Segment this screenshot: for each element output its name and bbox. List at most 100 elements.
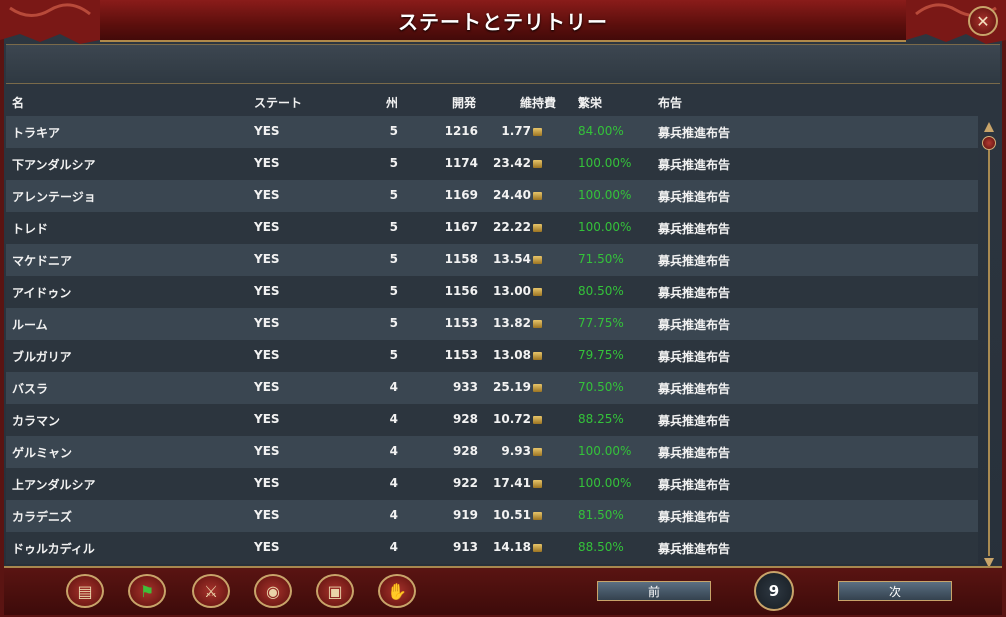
coin-icon [533, 543, 542, 552]
edict-name[interactable]: 募兵推進布告 [658, 316, 730, 333]
development-value: 928 [426, 444, 478, 458]
development-value: 1158 [426, 252, 478, 266]
table-row[interactable]: ルーム YES 5 1153 13.82 77.75% 募兵推進布告 [6, 308, 978, 340]
prosperity-value-text: 79.75% [578, 348, 624, 362]
prosperity-value-text: 80.50% [578, 284, 624, 298]
edict-name-text: 募兵推進布告 [658, 126, 731, 140]
table-row[interactable]: アイドゥン YES 5 1156 13.00 80.50% 募兵推進布告 [6, 276, 978, 308]
table-row[interactable]: アレンテージョ YES 5 1169 24.40 100.00% 募兵推進布告 [6, 180, 978, 212]
province-count-text: 4 [389, 476, 398, 490]
next-page-button[interactable]: 次 [838, 581, 952, 601]
table-row[interactable]: 下アンダルシア YES 5 1174 23.42 100.00% 募兵推進布告 [6, 148, 978, 180]
edict-name[interactable]: 募兵推進布告 [658, 156, 730, 173]
edict-name[interactable]: 募兵推進布告 [658, 124, 730, 141]
states-table: トラキア YES 5 1216 1.77 84.00% 募兵推進布告 下アンダルシア YES 5 1… [6, 116, 978, 564]
flag-button[interactable]: ⚑ [128, 574, 166, 608]
development-value-text: 1216 [444, 124, 478, 138]
state-name-text: バスラ [12, 382, 49, 396]
state-name-text: ブルガリア [12, 350, 72, 364]
state-name: アイドゥン [12, 284, 71, 301]
prosperity-value-text: 81.50% [578, 508, 624, 522]
military-button[interactable]: ⚔ [192, 574, 230, 608]
development-value: 1167 [426, 220, 478, 234]
state-status: YES [254, 348, 280, 362]
edict-name-text: 募兵推進布告 [658, 382, 731, 396]
state-name: カラデニズ [12, 508, 72, 525]
scrollbar[interactable] [982, 122, 996, 568]
table-row[interactable]: トラキア YES 5 1216 1.77 84.00% 募兵推進布告 [6, 116, 978, 148]
column-header-state[interactable]: ステート [254, 94, 302, 111]
state-status: YES [254, 124, 280, 138]
upkeep-value: 13.08 [488, 348, 542, 362]
table-row[interactable]: カラデニズ YES 4 919 10.51 81.50% 募兵推進布告 [6, 500, 978, 532]
province-count-text: 4 [389, 540, 398, 554]
economy-button[interactable]: ◉ [254, 574, 292, 608]
column-header-name[interactable]: 名 [12, 94, 24, 111]
state-name-text: ゲルミャン [12, 446, 73, 460]
edict-name[interactable]: 募兵推進布告 [658, 348, 730, 365]
development-value: 913 [426, 540, 478, 554]
table-row[interactable]: マケドニア YES 5 1158 13.54 71.50% 募兵推進布告 [6, 244, 978, 276]
state-status: YES [254, 412, 280, 426]
prosperity-value-text: 70.50% [578, 380, 624, 394]
diplomacy-button[interactable]: ✋ [378, 574, 416, 608]
edict-name[interactable]: 募兵推進布告 [658, 444, 730, 461]
close-button[interactable]: ✕ [968, 6, 998, 36]
edict-name[interactable]: 募兵推進布告 [658, 220, 730, 237]
column-header-provinces[interactable]: 州 [386, 94, 398, 111]
province-count: 5 [386, 124, 398, 138]
state-name: トラキア [12, 124, 60, 141]
edict-name[interactable]: 募兵推進布告 [658, 252, 730, 269]
upkeep-value-text: 25.19 [493, 380, 531, 394]
table-row[interactable]: ブルガリア YES 5 1153 13.08 79.75% 募兵推進布告 [6, 340, 978, 372]
development-value: 933 [426, 380, 478, 394]
state-status: YES [254, 380, 280, 394]
column-header-edict[interactable]: 布告 [658, 94, 682, 111]
state-status-text: YES [254, 412, 280, 426]
edict-name[interactable]: 募兵推進布告 [658, 380, 730, 397]
state-name-text: アイドゥン [12, 286, 72, 300]
table-row[interactable]: バスラ YES 4 933 25.19 70.50% 募兵推進布告 [6, 372, 978, 404]
state-name-text: ドゥルカディル [12, 542, 95, 556]
prosperity-value-text: 88.25% [578, 412, 624, 426]
province-count: 4 [386, 380, 398, 394]
prosperity-value-text: 100.00% [578, 476, 632, 490]
upkeep-value: 14.18 [488, 540, 542, 554]
edict-name[interactable]: 募兵推進布告 [658, 412, 730, 429]
edict-name-text: 募兵推進布告 [658, 414, 731, 428]
table-row[interactable]: トレド YES 5 1167 22.22 100.00% 募兵推進布告 [6, 212, 978, 244]
development-value-text: 1158 [444, 252, 478, 266]
column-header-prosperity[interactable]: 繁栄 [578, 94, 602, 111]
column-header-development[interactable]: 開発 [452, 94, 476, 111]
scroll-track[interactable] [988, 136, 990, 556]
edict-name[interactable]: 募兵推進布告 [658, 476, 730, 493]
upkeep-value: 25.19 [488, 380, 542, 394]
prosperity-value: 100.00% [578, 188, 631, 202]
edict-name-text: 募兵推進布告 [658, 222, 731, 236]
edict-name[interactable]: 募兵推進布告 [658, 188, 730, 205]
handshake-icon: ✋ [387, 581, 407, 601]
scroll-up-arrow-icon[interactable] [984, 122, 994, 132]
edict-name[interactable]: 募兵推進布告 [658, 540, 730, 557]
development-value-text: 1167 [444, 220, 478, 234]
coin-icon [533, 127, 542, 136]
edict-name-text: 募兵推進布告 [658, 158, 731, 172]
column-header-upkeep[interactable]: 維持費 [520, 94, 556, 111]
province-count: 5 [386, 220, 398, 234]
development-value: 1169 [426, 188, 478, 202]
prev-page-button[interactable]: 前 [597, 581, 711, 601]
province-count: 4 [386, 412, 398, 426]
table-row[interactable]: ゲルミャン YES 4 928 9.93 100.00% 募兵推進布告 [6, 436, 978, 468]
table-row[interactable]: ドゥルカディル YES 4 913 14.18 88.50% 募兵推進布告 [6, 532, 978, 564]
table-row[interactable]: 上アンダルシア YES 4 922 17.41 100.00% 募兵推進布告 [6, 468, 978, 500]
state-status: YES [254, 156, 280, 170]
ledger-button[interactable]: ▤ [66, 574, 104, 608]
trade-button[interactable]: ▣ [316, 574, 354, 608]
coin-icon [533, 351, 542, 360]
edict-name[interactable]: 募兵推進布告 [658, 508, 730, 525]
edict-name-text: 募兵推進布告 [658, 254, 731, 268]
upkeep-value: 10.72 [488, 412, 542, 426]
scroll-thumb[interactable] [982, 136, 996, 150]
table-row[interactable]: カラマン YES 4 928 10.72 88.25% 募兵推進布告 [6, 404, 978, 436]
edict-name[interactable]: 募兵推進布告 [658, 284, 730, 301]
